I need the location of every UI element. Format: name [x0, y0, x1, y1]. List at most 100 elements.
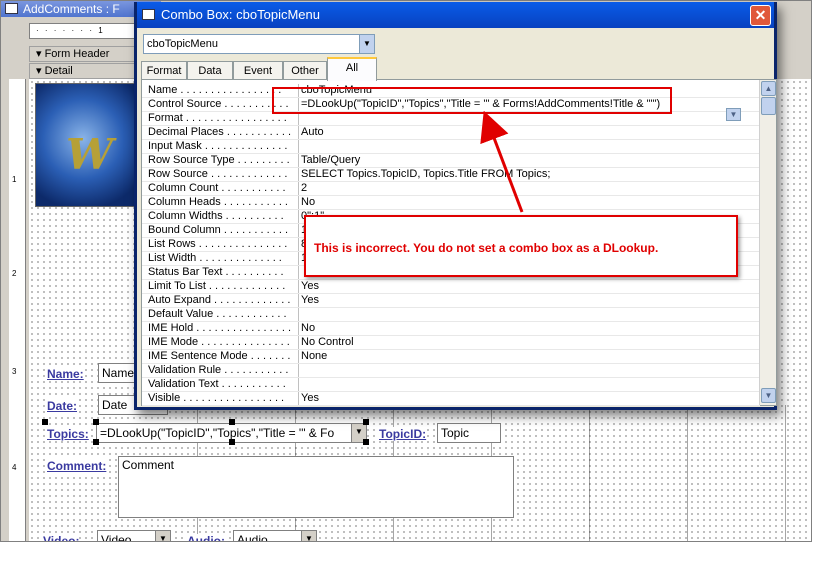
- property-value[interactable]: 2: [298, 182, 758, 195]
- property-name: List Rows . . . . . . . . . . . . . . .: [148, 238, 288, 250]
- selection-handle[interactable]: [229, 419, 235, 425]
- form-icon: [5, 3, 18, 14]
- property-value[interactable]: [298, 364, 758, 377]
- vertical-scrollbar[interactable]: ▲ ▼: [759, 80, 776, 405]
- property-name: Bound Column . . . . . . . . . . .: [148, 224, 289, 236]
- property-name: Column Count . . . . . . . . . . .: [148, 182, 286, 194]
- video-combobox-value: Video: [101, 533, 132, 542]
- scrollbar-thumb[interactable]: [761, 97, 776, 115]
- property-row[interactable]: IME Mode . . . . . . . . . . . . . . . No…: [142, 336, 760, 350]
- detail-section-bar[interactable]: ▾ Detail: [29, 63, 141, 79]
- close-button[interactable]: ✕: [750, 5, 771, 26]
- chevron-down-icon[interactable]: ▼: [359, 35, 374, 53]
- audio-combobox[interactable]: Audio ▼: [233, 530, 317, 542]
- video-label[interactable]: Video:: [43, 534, 80, 541]
- horizontal-ruler: · · · · · · · 1: [29, 23, 141, 39]
- property-row[interactable]: Row Source Type . . . . . . . . . Table/Q…: [142, 154, 760, 168]
- property-value[interactable]: [298, 378, 758, 391]
- selection-handle[interactable]: [93, 419, 99, 425]
- property-sheet-dialog: Combo Box: cboTopicMenu ✕ cboTopicMenu ▼…: [134, 2, 777, 410]
- selection-handle[interactable]: [42, 419, 48, 425]
- property-name: List Width . . . . . . . . . . . . . .: [148, 252, 282, 264]
- property-name: Validation Text . . . . . . . . . . .: [148, 378, 286, 390]
- topics-label[interactable]: Topics:: [47, 427, 89, 441]
- property-row[interactable]: Visible . . . . . . . . . . . . . . . . …: [142, 392, 760, 406]
- scroll-down-icon[interactable]: ▼: [761, 388, 776, 403]
- ruler-mark: 2: [12, 269, 17, 278]
- property-name: IME Mode . . . . . . . . . . . . . . .: [148, 336, 290, 348]
- name-label[interactable]: Name:: [47, 367, 84, 381]
- topicid-textbox[interactable]: Topic: [437, 423, 501, 443]
- annotation-text: This is incorrect. You do not set a comb…: [314, 241, 659, 255]
- property-value[interactable]: No Control: [298, 336, 758, 349]
- property-value[interactable]: Yes: [298, 294, 758, 307]
- property-row[interactable]: Limit To List . . . . . . . . . . . . . Y…: [142, 280, 760, 294]
- grid-line: [589, 405, 590, 541]
- audio-label[interactable]: Audio:: [187, 534, 225, 541]
- property-row[interactable]: IME Hold . . . . . . . . . . . . . . . .…: [142, 322, 760, 336]
- property-row[interactable]: Decimal Places . . . . . . . . . . . Auto: [142, 126, 760, 140]
- tab-event[interactable]: Event: [233, 61, 283, 79]
- property-row[interactable]: Row Source . . . . . . . . . . . . . SELE…: [142, 168, 760, 182]
- selection-handle[interactable]: [93, 439, 99, 445]
- form-header-section-bar[interactable]: ▾ Form Header: [29, 46, 141, 62]
- ruler-mark: 3: [12, 367, 17, 376]
- tab-all[interactable]: All: [327, 57, 377, 81]
- audio-combobox-value: Audio: [237, 533, 268, 542]
- property-value[interactable]: [298, 308, 758, 321]
- form-window-title: AddComments : F: [23, 2, 120, 16]
- property-name: Visible . . . . . . . . . . . . . . . . …: [148, 392, 285, 404]
- property-name: Limit To List . . . . . . . . . . . . .: [148, 280, 286, 292]
- form-header-label: Form Header: [44, 48, 110, 60]
- property-name: Input Mask . . . . . . . . . . . . . .: [148, 140, 288, 152]
- property-row[interactable]: Column Heads . . . . . . . . . . . No: [142, 196, 760, 210]
- property-name: IME Sentence Mode . . . . . . .: [148, 350, 291, 362]
- selection-handle[interactable]: [229, 439, 235, 445]
- comment-label[interactable]: Comment:: [47, 459, 107, 473]
- topicid-label[interactable]: TopicID:: [379, 427, 427, 441]
- property-name: Decimal Places . . . . . . . . . . .: [148, 126, 292, 138]
- property-row[interactable]: Input Mask . . . . . . . . . . . . . .: [142, 140, 760, 154]
- property-name: Row Source . . . . . . . . . . . . .: [148, 168, 288, 180]
- chevron-down-icon[interactable]: ▼: [155, 531, 170, 541]
- property-row[interactable]: Format . . . . . . . . . . . . . . . . .: [142, 112, 760, 126]
- selection-handle[interactable]: [363, 439, 369, 445]
- property-row[interactable]: Default Value . . . . . . . . . . . .: [142, 308, 760, 322]
- selection-handle[interactable]: [363, 419, 369, 425]
- property-value[interactable]: [298, 112, 758, 125]
- scroll-up-icon[interactable]: ▲: [761, 81, 776, 96]
- detail-label: Detail: [44, 65, 73, 77]
- video-combobox[interactable]: Video ▼: [97, 530, 171, 542]
- property-value[interactable]: No: [298, 196, 758, 209]
- chevron-down-icon[interactable]: ▼: [726, 108, 741, 121]
- property-row[interactable]: Validation Rule . . . . . . . . . . .: [142, 364, 760, 378]
- dialog-titlebar[interactable]: Combo Box: cboTopicMenu ✕: [137, 2, 774, 28]
- logo-letter: W: [66, 130, 114, 179]
- highlight-box: [272, 87, 672, 114]
- property-name: Column Widths . . . . . . . . . .: [148, 210, 284, 222]
- tab-format[interactable]: Format: [141, 61, 187, 79]
- property-row[interactable]: Auto Expand . . . . . . . . . . . . . Yes: [142, 294, 760, 308]
- tab-data[interactable]: Data: [187, 61, 233, 79]
- tab-other[interactable]: Other: [283, 61, 327, 79]
- property-value[interactable]: Yes: [298, 280, 758, 293]
- comment-textbox[interactable]: Comment: [118, 456, 514, 518]
- property-row[interactable]: Column Count . . . . . . . . . . . 2: [142, 182, 760, 196]
- property-row[interactable]: IME Sentence Mode . . . . . . . None: [142, 350, 760, 364]
- property-value[interactable]: Table/Query: [298, 154, 758, 167]
- object-selector[interactable]: cboTopicMenu ▼: [143, 34, 375, 54]
- vertical-ruler: 1 2 3 4: [9, 79, 26, 541]
- property-value[interactable]: [298, 140, 758, 153]
- property-value[interactable]: None: [298, 350, 758, 363]
- grid-line: [687, 405, 688, 541]
- chevron-down-icon[interactable]: ▼: [301, 531, 316, 541]
- property-value[interactable]: Yes: [298, 392, 758, 405]
- date-label[interactable]: Date:: [47, 399, 78, 413]
- property-value[interactable]: SELECT Topics.TopicID, Topics.Title FROM…: [298, 168, 758, 181]
- property-value[interactable]: No: [298, 322, 758, 335]
- property-value[interactable]: Auto: [298, 126, 758, 139]
- annotation-callout: This is incorrect. You do not set a comb…: [304, 215, 738, 277]
- property-name: Row Source Type . . . . . . . . .: [148, 154, 290, 166]
- logo-image[interactable]: W: [35, 83, 141, 207]
- property-row[interactable]: Validation Text . . . . . . . . . . .: [142, 378, 760, 392]
